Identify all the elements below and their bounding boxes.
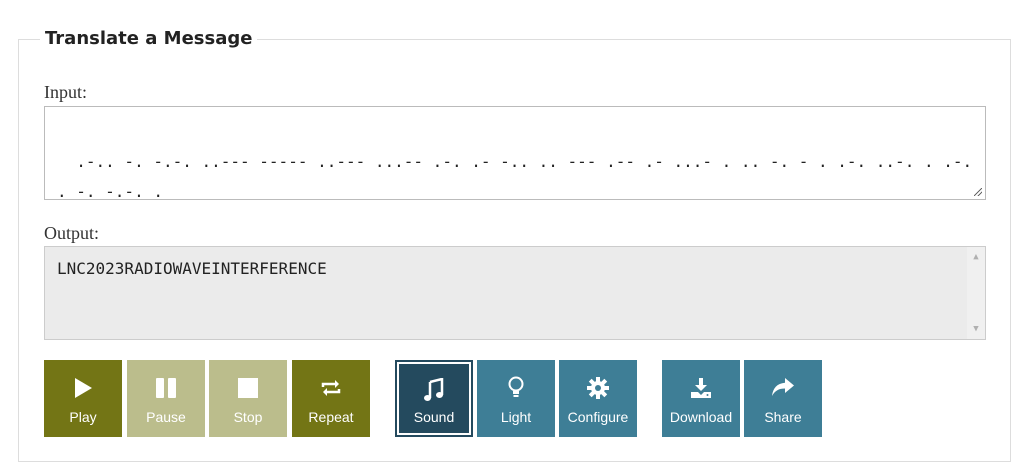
play-icon (44, 376, 122, 400)
sound-label: Sound (413, 409, 455, 425)
input-textarea[interactable]: .-.. -. -.-. ..--- ----- ..--- ...-- .-.… (44, 106, 986, 200)
download-button[interactable]: Download (662, 360, 740, 437)
output-textarea[interactable]: LNC2023RADIOWAVEINTERFERENCE ▲ ▼ (44, 246, 986, 340)
pause-button[interactable]: Pause (127, 360, 205, 437)
resize-handle-icon[interactable] (974, 188, 982, 196)
sound-button[interactable]: Sound (395, 360, 473, 437)
output-scrollbar[interactable]: ▲ ▼ (967, 247, 985, 339)
gear-icon (559, 376, 637, 400)
scroll-up-icon[interactable]: ▲ (967, 249, 985, 265)
pause-label: Pause (146, 409, 186, 425)
output-label: Output: (44, 223, 100, 243)
share-icon (744, 376, 822, 400)
lightbulb-icon (477, 376, 555, 400)
repeat-label: Repeat (308, 409, 354, 425)
output-text: LNC2023RADIOWAVEINTERFERENCE (57, 259, 327, 278)
share-button[interactable]: Share (744, 360, 822, 437)
input-text: .-.. -. -.-. ..--- ----- ..--- ...-- .-.… (57, 152, 982, 200)
light-button[interactable]: Light (477, 360, 555, 437)
configure-button[interactable]: Configure (559, 360, 637, 437)
repeat-icon (292, 376, 370, 400)
repeat-button[interactable]: Repeat (292, 360, 370, 437)
scroll-down-icon[interactable]: ▼ (967, 321, 985, 337)
play-button[interactable]: Play (44, 360, 122, 437)
stop-button[interactable]: Stop (209, 360, 287, 437)
download-icon (662, 376, 740, 400)
pause-icon (127, 376, 205, 400)
panel-legend: Translate a Message (40, 28, 258, 49)
play-label: Play (69, 409, 97, 425)
light-label: Light (500, 409, 532, 425)
share-label: Share (764, 409, 802, 425)
configure-label: Configure (567, 409, 629, 425)
stop-icon (209, 376, 287, 400)
input-label: Input: (44, 82, 87, 102)
download-label: Download (669, 409, 733, 425)
stop-label: Stop (233, 409, 263, 425)
music-note-icon (397, 378, 471, 402)
